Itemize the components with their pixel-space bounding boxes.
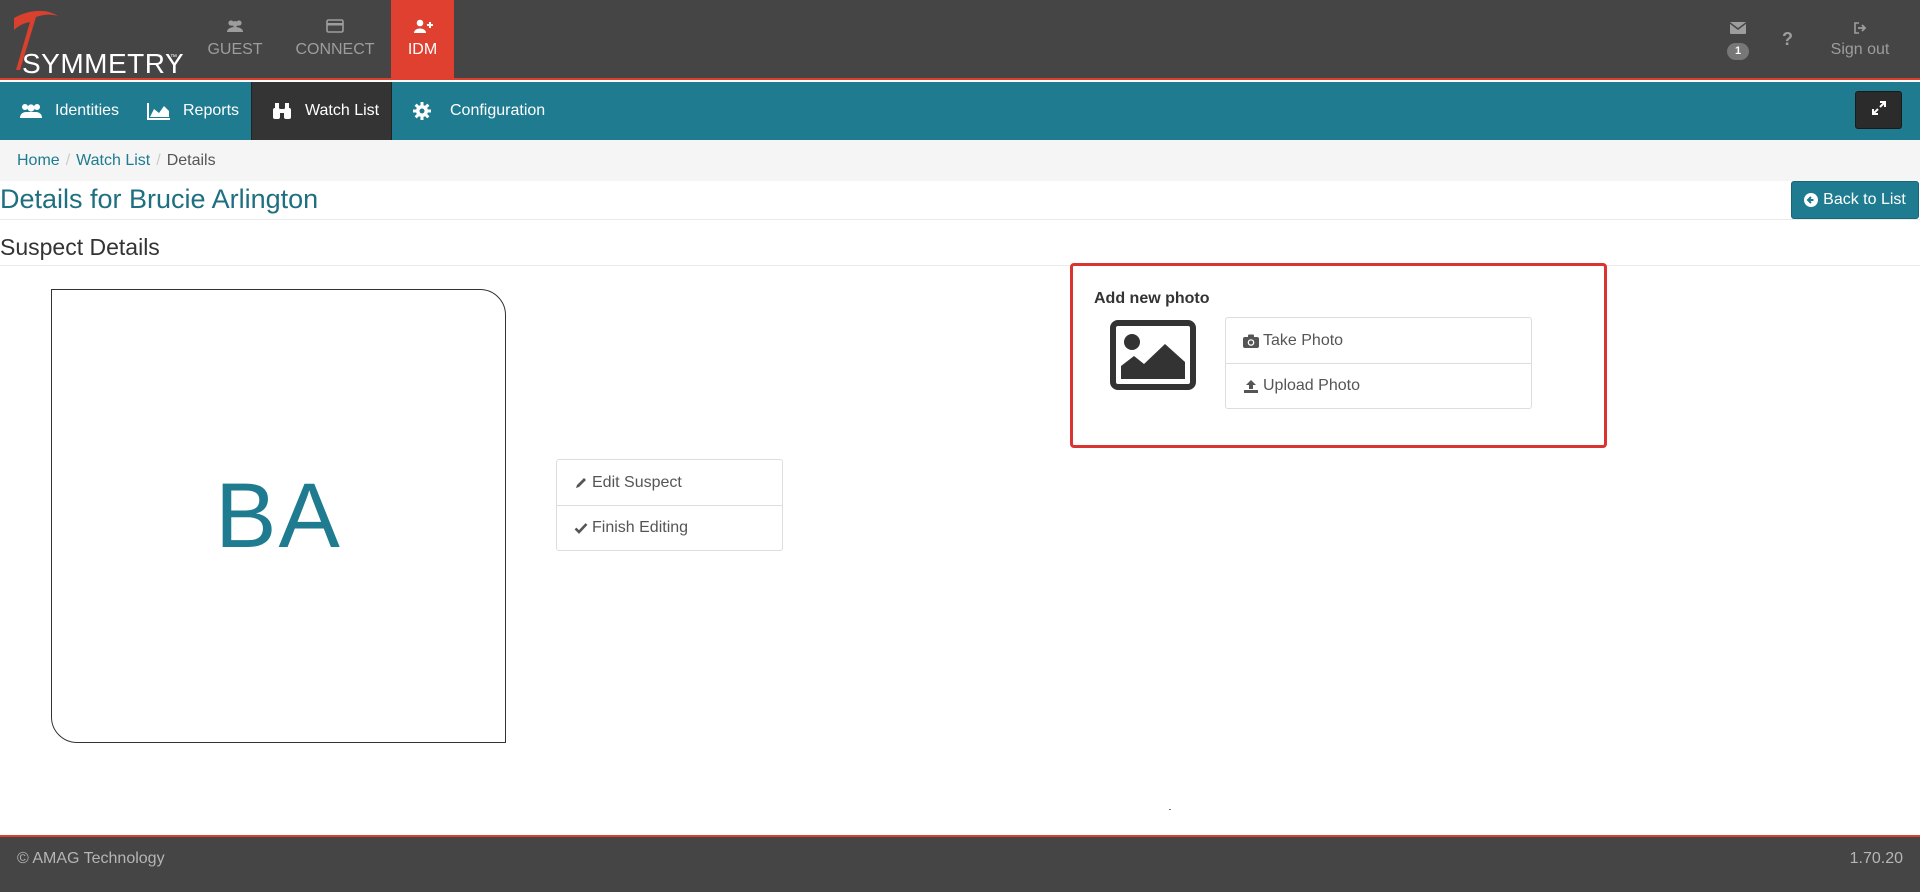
module-connect[interactable]: CONNECT: [290, 0, 380, 80]
finish-editing-button[interactable]: Finish Editing: [557, 505, 782, 550]
module-guest[interactable]: GUEST: [200, 0, 270, 80]
back-to-list-button[interactable]: Back to List: [1791, 181, 1919, 219]
sign-out-button[interactable]: Sign out: [1820, 0, 1900, 80]
pencil-icon: [574, 476, 588, 490]
users-icon: [19, 102, 43, 120]
edit-suspect-label: Edit Suspect: [592, 473, 682, 491]
divider: [0, 265, 1920, 266]
sign-out-label: Sign out: [1830, 41, 1890, 58]
messages-button[interactable]: [1720, 0, 1756, 80]
user-plus-icon: [391, 19, 454, 35]
top-bar: SYMMETRY ™ GUEST CONNECT IDM 1 ? Sign ou…: [0, 0, 1920, 80]
camera-icon: [1243, 334, 1259, 348]
page-title: Details for Brucie Arlington: [0, 184, 319, 214]
envelope-icon: [1729, 21, 1747, 39]
back-to-list-label: Back to List: [1823, 191, 1906, 208]
area-chart-icon: [147, 102, 171, 120]
take-photo-label: Take Photo: [1263, 331, 1344, 349]
upload-icon: [1243, 379, 1259, 393]
photo-actions: Take Photo Upload Photo: [1225, 317, 1532, 409]
module-label: GUEST: [207, 41, 263, 58]
nav-label: Configuration: [450, 102, 546, 119]
question-icon: ?: [1782, 29, 1793, 49]
message-count-badge: 1: [1727, 43, 1749, 60]
module-idm[interactable]: IDM: [391, 0, 454, 80]
avatar-initials: BA: [215, 464, 342, 567]
upload-photo-label: Upload Photo: [1263, 377, 1360, 394]
breadcrumb: Home / Watch List / Details: [0, 140, 1920, 181]
module-label: CONNECT: [295, 41, 375, 58]
breadcrumb-home[interactable]: Home: [17, 152, 60, 169]
edit-suspect-button[interactable]: Edit Suspect: [557, 460, 782, 505]
divider: [0, 219, 1920, 220]
image-icon: [1110, 320, 1196, 395]
expand-icon: [1871, 100, 1886, 120]
nav-item-reports[interactable]: Reports: [147, 82, 239, 140]
logo-text: SYMMETRY: [22, 48, 185, 79]
nav-item-configuration[interactable]: Configuration: [412, 82, 545, 140]
binoculars-icon: [271, 102, 293, 120]
module-nav-bar: Identities Reports Watch List Configurat…: [0, 82, 1920, 140]
symmetry-logo[interactable]: SYMMETRY ™: [6, 8, 184, 79]
breadcrumb-separator: /: [65, 152, 71, 169]
module-label: IDM: [407, 41, 438, 58]
card-icon: [290, 19, 380, 35]
suspect-avatar: BA: [51, 289, 506, 743]
gear-icon: [412, 101, 432, 121]
suspect-actions: Edit Suspect Finish Editing: [556, 459, 783, 551]
breadcrumb-current: Details: [166, 152, 216, 169]
breadcrumb-separator: /: [156, 152, 161, 169]
breadcrumb-watch-list[interactable]: Watch List: [76, 152, 150, 169]
arrow-circle-left-icon: [1804, 193, 1819, 207]
nav-label: Reports: [183, 102, 240, 119]
nav-label: Identities: [55, 102, 120, 119]
upload-photo-button[interactable]: Upload Photo: [1226, 363, 1531, 408]
stray-dot: [1169, 809, 1171, 810]
help-button[interactable]: ?: [1776, 0, 1800, 80]
fullscreen-button[interactable]: [1855, 91, 1902, 129]
nav-item-identities[interactable]: Identities: [19, 82, 119, 140]
add-photo-heading: Add new photo: [1094, 290, 1210, 307]
users-icon: [200, 19, 270, 35]
footer: © AMAG Technology 1.70.20: [0, 835, 1920, 892]
nav-label: Watch List: [305, 102, 380, 119]
nav-item-watch-list[interactable]: Watch List: [251, 82, 392, 140]
finish-editing-label: Finish Editing: [592, 519, 689, 536]
section-title: Suspect Details: [0, 234, 160, 260]
logo-trademark: ™: [170, 54, 177, 61]
take-photo-button[interactable]: Take Photo: [1226, 318, 1531, 363]
sign-out-icon: [1853, 21, 1868, 39]
copyright-text: © AMAG Technology: [17, 850, 165, 867]
version-text: 1.70.20: [1849, 850, 1903, 867]
check-icon: [574, 521, 588, 535]
